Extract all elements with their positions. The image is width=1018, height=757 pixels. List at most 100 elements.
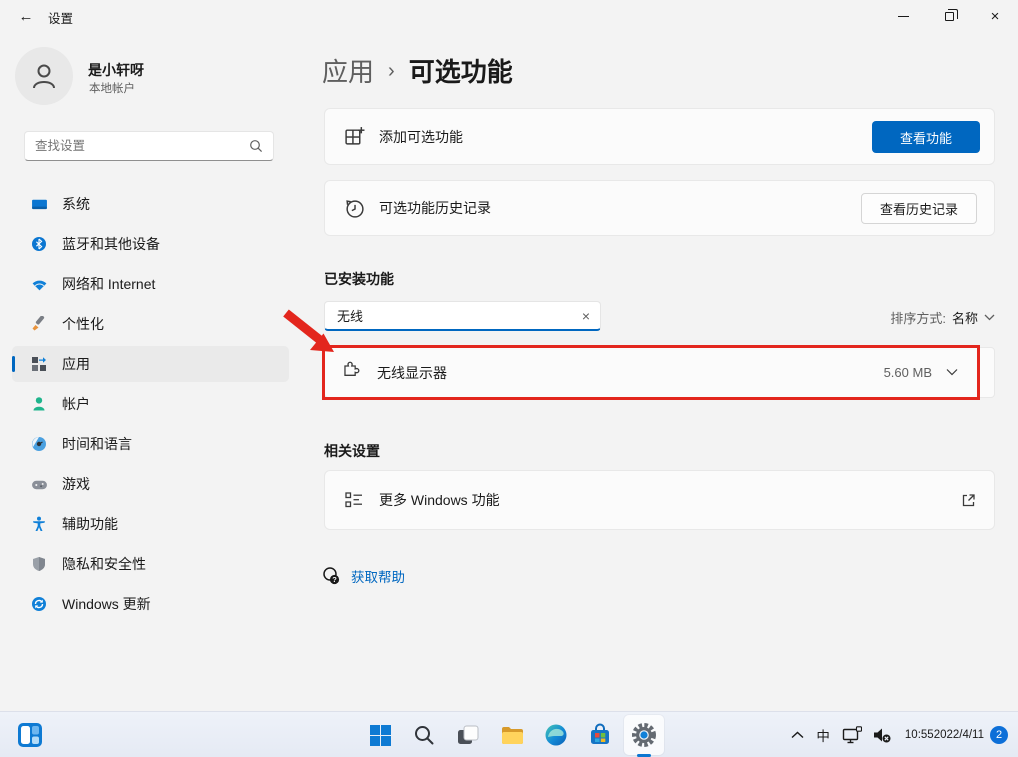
restore-button[interactable] bbox=[926, 0, 972, 32]
task-view-icon bbox=[456, 723, 480, 747]
clock-icon bbox=[30, 435, 48, 453]
add-feature-label: 添加可选功能 bbox=[379, 127, 463, 147]
widgets-icon bbox=[17, 722, 43, 748]
start-icon bbox=[369, 724, 392, 747]
breadcrumb-separator: › bbox=[388, 58, 395, 83]
titlebar: ← 设置 × bbox=[0, 0, 1018, 34]
shield-icon bbox=[30, 555, 48, 573]
minimize-icon bbox=[898, 16, 909, 17]
person-icon bbox=[29, 61, 59, 91]
clear-filter-icon[interactable]: × bbox=[582, 308, 590, 324]
puzzle-icon bbox=[342, 360, 362, 385]
sidebar-item-time-language[interactable]: 时间和语言 bbox=[12, 426, 289, 462]
sidebar-item-privacy-security[interactable]: 隐私和安全性 bbox=[12, 546, 289, 582]
taskbar-clock[interactable]: 10:55 2022/4/11 bbox=[897, 717, 990, 753]
sort-value: 名称 bbox=[952, 308, 978, 327]
breadcrumb-apps[interactable]: 应用 bbox=[322, 52, 374, 89]
start-button[interactable] bbox=[360, 715, 400, 755]
sidebar-nav: 系统 蓝牙和其他设备 网络和 Internet 个性化 应用 帐户 时间和语言 … bbox=[12, 186, 289, 626]
sidebar-item-personalization[interactable]: 个性化 bbox=[12, 306, 289, 342]
sidebar-item-gaming[interactable]: 游戏 bbox=[12, 466, 289, 502]
taskbar-search-button[interactable] bbox=[404, 715, 444, 755]
sidebar-item-system[interactable]: 系统 bbox=[12, 186, 289, 222]
window-title: 设置 bbox=[48, 8, 73, 27]
sidebar-item-accessibility[interactable]: 辅助功能 bbox=[12, 506, 289, 542]
wireless-display-row[interactable]: 无线显示器 5.60 MB bbox=[324, 347, 995, 398]
settings-button[interactable] bbox=[624, 715, 664, 755]
chevron-up-icon bbox=[791, 731, 804, 739]
installed-features-heading: 已安装功能 bbox=[324, 269, 394, 289]
get-help-row[interactable]: ? 获取帮助 bbox=[322, 566, 405, 586]
list-icon bbox=[343, 490, 365, 510]
avatar[interactable] bbox=[15, 47, 73, 105]
file-explorer-button[interactable] bbox=[492, 715, 532, 755]
clock-time: 10:55 bbox=[905, 728, 934, 743]
task-view-button[interactable] bbox=[448, 715, 488, 755]
sidebar-item-windows-update[interactable]: Windows 更新 bbox=[12, 586, 289, 622]
account-person-icon bbox=[30, 395, 48, 413]
feature-history-label: 可选功能历史记录 bbox=[379, 198, 491, 218]
sidebar-item-network-internet[interactable]: 网络和 Internet bbox=[12, 266, 289, 302]
minimize-button[interactable] bbox=[880, 0, 926, 32]
get-help-link[interactable]: 获取帮助 bbox=[351, 566, 405, 586]
add-optional-feature-card: 添加可选功能 查看功能 bbox=[324, 108, 995, 165]
store-icon bbox=[588, 723, 612, 747]
view-features-button[interactable]: 查看功能 bbox=[872, 121, 980, 153]
search-icon bbox=[249, 139, 263, 153]
sidebar-item-bluetooth-devices[interactable]: 蓝牙和其他设备 bbox=[12, 226, 289, 262]
chevron-down-icon bbox=[984, 314, 995, 321]
close-icon: × bbox=[991, 9, 1000, 24]
back-button[interactable]: ← bbox=[10, 3, 42, 29]
expand-chevron-icon[interactable] bbox=[946, 368, 958, 376]
feature-history-card: 可选功能历史记录 查看历史记录 bbox=[324, 180, 995, 236]
notification-badge[interactable]: 2 bbox=[990, 726, 1008, 744]
taskbar-center bbox=[360, 715, 664, 755]
sort-dropdown[interactable]: 排序方式: 名称 bbox=[890, 308, 995, 327]
file-explorer-icon bbox=[500, 723, 525, 748]
gamepad-icon bbox=[30, 475, 48, 493]
ime-indicator[interactable]: 中 bbox=[809, 717, 837, 753]
brush-icon bbox=[30, 315, 48, 333]
breadcrumb: 应用 › 可选功能 bbox=[322, 52, 513, 89]
profile-account-type: 本地帐户 bbox=[89, 80, 135, 96]
settings-search-box[interactable] bbox=[24, 131, 274, 161]
close-button[interactable]: × bbox=[972, 0, 1018, 32]
apps-icon bbox=[30, 355, 48, 373]
sidebar-item-accounts[interactable]: 帐户 bbox=[12, 386, 289, 422]
store-button[interactable] bbox=[580, 715, 620, 755]
system-tray: 中 10:55 2022/4/11 2 bbox=[786, 712, 1012, 757]
edge-icon bbox=[544, 723, 568, 747]
view-history-button[interactable]: 查看历史记录 bbox=[861, 193, 977, 224]
settings-search-input[interactable] bbox=[25, 139, 249, 153]
page-title: 可选功能 bbox=[409, 52, 513, 89]
related-settings-heading: 相关设置 bbox=[324, 441, 380, 461]
feature-filter-box[interactable]: × bbox=[324, 301, 601, 331]
system-icon bbox=[30, 195, 48, 213]
edge-button[interactable] bbox=[536, 715, 576, 755]
profile-name: 是小轩呀 bbox=[88, 60, 144, 80]
sort-label: 排序方式: bbox=[890, 308, 946, 327]
get-help-icon: ? bbox=[322, 566, 341, 586]
tray-overflow-button[interactable] bbox=[786, 717, 809, 753]
widgets-button[interactable] bbox=[14, 720, 46, 750]
taskbar: 中 10:55 2022/4/11 2 bbox=[0, 711, 1018, 757]
add-feature-icon bbox=[343, 126, 365, 147]
clock-date: 2022/4/11 bbox=[934, 728, 984, 743]
volume-muted-icon[interactable] bbox=[867, 717, 897, 753]
more-windows-features-card[interactable]: 更多 Windows 功能 bbox=[324, 470, 995, 530]
settings-gear-icon bbox=[631, 722, 657, 748]
more-windows-features-label: 更多 Windows 功能 bbox=[379, 490, 500, 510]
bluetooth-icon bbox=[30, 235, 48, 253]
sidebar-item-apps[interactable]: 应用 bbox=[12, 346, 289, 382]
history-icon bbox=[343, 198, 365, 219]
search-icon bbox=[413, 724, 435, 746]
svg-text:?: ? bbox=[332, 575, 337, 584]
external-link-icon bbox=[961, 493, 976, 508]
feature-size: 5.60 MB bbox=[884, 365, 932, 380]
network-tray-icon[interactable] bbox=[837, 717, 867, 753]
update-icon bbox=[30, 595, 48, 613]
restore-icon bbox=[945, 12, 954, 21]
feature-filter-input[interactable] bbox=[325, 308, 582, 323]
accessibility-icon bbox=[30, 515, 48, 533]
back-arrow-icon: ← bbox=[19, 8, 34, 25]
